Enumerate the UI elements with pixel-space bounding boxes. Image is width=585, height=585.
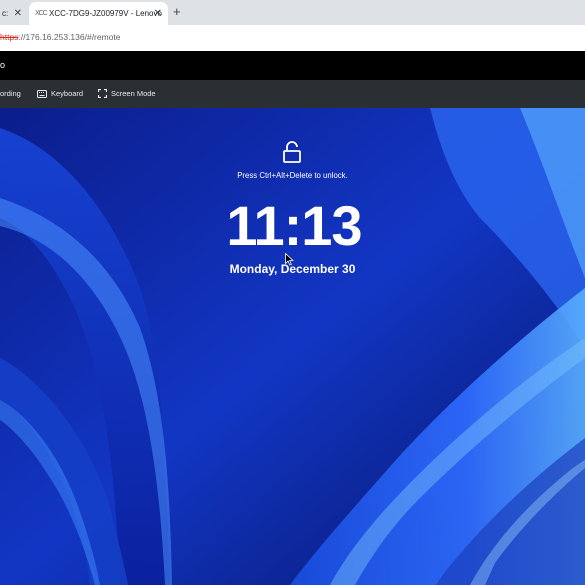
recording-button[interactable]: ording [0, 89, 21, 98]
url-path: ://176.16.253.136/#/remote [18, 32, 121, 42]
unlock-hint-text: Press Ctrl+Alt+Delete to unlock. [237, 171, 348, 180]
browser-tab-strip: c: ✕ XCC XCC-7DG9-JZ00979V - Lenovo ✕ + [0, 0, 585, 25]
unlock-hint: Press Ctrl+Alt+Delete to unlock. [0, 171, 585, 180]
screen-mode-label: Screen Mode [111, 89, 156, 98]
unlock-icon [282, 141, 302, 168]
browser-tab-active[interactable]: XCC XCC-7DG9-JZ00979V - Lenovo ✕ [29, 2, 168, 25]
browser-tab-previous[interactable]: c: ✕ [0, 2, 28, 25]
new-tab-button[interactable]: + [173, 4, 181, 20]
close-tab-icon[interactable]: ✕ [154, 8, 162, 19]
recording-label: ording [0, 89, 21, 98]
favicon-icon: XCC [35, 10, 48, 17]
mouse-cursor-icon [285, 252, 295, 271]
url-protocol: https [0, 32, 19, 42]
screen-mode-button[interactable]: Screen Mode [98, 89, 156, 98]
app-header-label: o [0, 60, 6, 70]
fullscreen-icon [98, 89, 107, 98]
lockscreen-time: 11:13 [226, 194, 362, 257]
keyboard-button[interactable]: Keyboard [37, 89, 83, 98]
url-text[interactable]: https://176.16.253.136/#/remote [0, 32, 121, 42]
keyboard-label: Keyboard [51, 89, 84, 98]
remote-screen[interactable]: Press Ctrl+Alt+Delete to unlock. 11:13 M… [0, 108, 585, 585]
close-tab-icon[interactable]: ✕ [14, 8, 22, 19]
remote-toolbar: ording Keyboard Screen Mode [0, 80, 585, 108]
address-bar[interactable]: https://176.16.253.136/#/remote [0, 25, 585, 52]
app-header: o [0, 51, 585, 80]
tab-title: c: [2, 9, 9, 18]
keyboard-icon [37, 89, 47, 98]
tab-title: XCC-7DG9-JZ00979V - Lenovo [49, 9, 162, 18]
